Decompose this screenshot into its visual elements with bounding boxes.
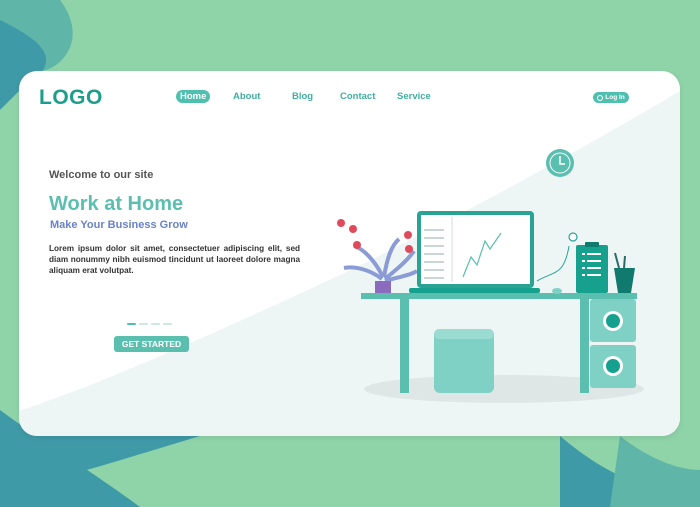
desk-drawers xyxy=(590,299,636,388)
webcam-icon xyxy=(568,232,578,242)
mouse-icon xyxy=(552,288,562,294)
pen-holder-icon xyxy=(614,252,635,293)
work-from-home-illustration xyxy=(337,149,644,403)
clock-icon xyxy=(546,149,574,177)
laptop-icon xyxy=(409,211,540,293)
landing-card: LOGO Home About Blog Contact Service Log… xyxy=(19,71,680,436)
stool xyxy=(434,329,494,393)
clipboard-icon xyxy=(576,242,608,293)
plant-icon xyxy=(337,219,419,294)
